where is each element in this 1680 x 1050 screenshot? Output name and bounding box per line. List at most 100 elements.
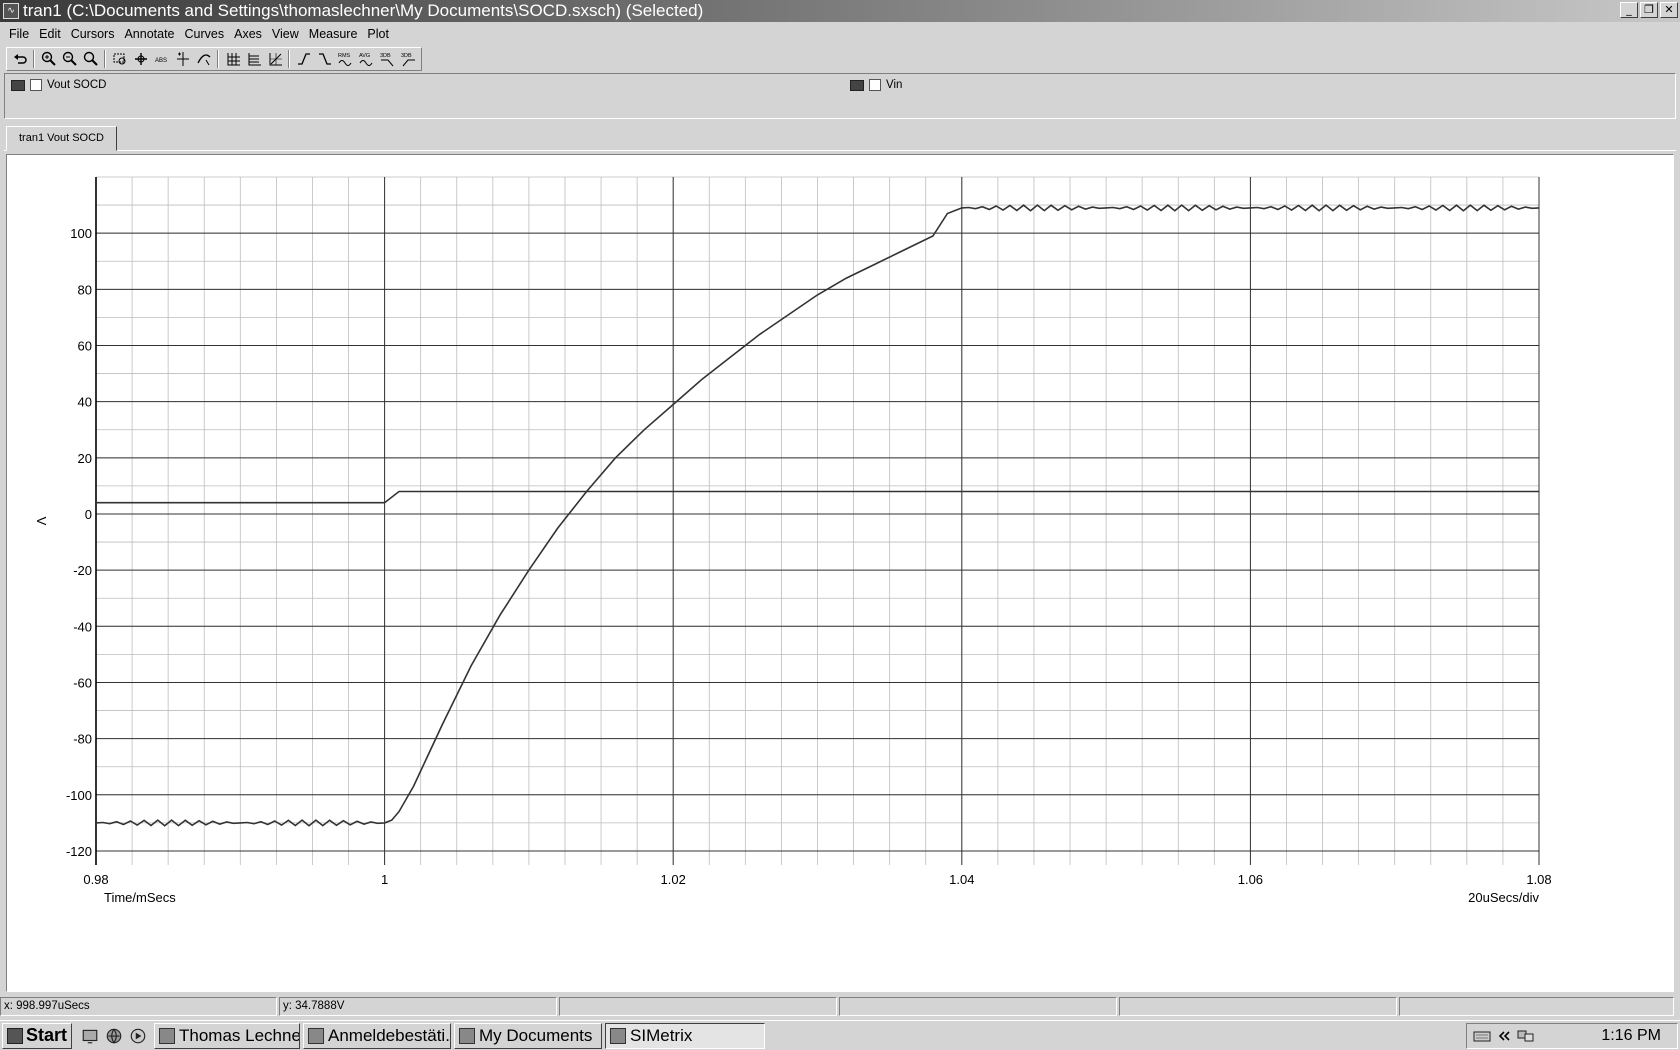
y-axis-label: V [34, 517, 49, 526]
x-tick-label: 1 [381, 872, 388, 887]
abs-icon-text: ABS [155, 58, 167, 64]
task-anmeldebestaetigung[interactable]: Anmeldebestäti... [303, 1022, 452, 1049]
status-cell [1119, 997, 1397, 1016]
rms-icon[interactable]: RMS [335, 49, 356, 69]
media-player-icon[interactable] [128, 1026, 148, 1046]
legend-checkbox[interactable] [869, 79, 881, 91]
menu-plot[interactable]: Plot [362, 27, 394, 41]
menu-axes[interactable]: Axes [229, 27, 267, 41]
graph-tabs: tran1 Vout SOCD [4, 125, 1676, 151]
abs-icon[interactable]: ABS [151, 49, 172, 69]
browser-icon[interactable] [104, 1026, 124, 1046]
network-icon[interactable] [1517, 1028, 1535, 1044]
minimize-icon[interactable]: _ [1620, 2, 1638, 18]
menu-annotate[interactable]: Annotate [119, 27, 179, 41]
zoom-in-icon[interactable] [38, 49, 59, 69]
3db-low-icon[interactable]: 3DB [377, 49, 398, 69]
y-tick-label: -80 [73, 732, 92, 747]
x-tick-label: 1.06 [1238, 872, 1263, 887]
task-label: SIMetrix [630, 1025, 693, 1045]
y-tick-label: 0 [85, 507, 92, 522]
x-tick-label: 1.02 [661, 872, 686, 887]
fall-time-icon[interactable] [314, 49, 335, 69]
status-bar: x: 998.997uSecs y: 34.7888V [0, 997, 1680, 1017]
rise-time-icon[interactable] [293, 49, 314, 69]
avg-icon[interactable]: AVG [356, 49, 377, 69]
y-tick-label: 20 [78, 451, 92, 466]
title-bar[interactable]: ∿ tran1 (C:\Documents and Settings\thoma… [0, 0, 1680, 22]
restore-icon[interactable]: ❐ [1640, 2, 1658, 18]
zoom-out-icon[interactable] [59, 49, 80, 69]
toolbar-separator [104, 50, 106, 68]
plot-toolbar: ABS RMS AVG 3DB 3DB [6, 47, 422, 71]
log-axes-icon[interactable] [264, 49, 285, 69]
legend-swatch [11, 79, 25, 91]
3db-low-icon-text: 3DB [380, 53, 391, 59]
status-cell [559, 997, 837, 1016]
simetrix-window: ∿ tran1 (C:\Documents and Settings\thoma… [0, 0, 1680, 1050]
email-icon [159, 1027, 176, 1044]
tray-expand-icon[interactable] [1495, 1028, 1513, 1044]
pdf-icon [308, 1027, 325, 1044]
simetrix-icon [610, 1027, 627, 1044]
tick-labels: 0.98 1 1.02 1.04 1.06 1.08 -120 -100 -80 -60 -40 -2… [66, 226, 1552, 887]
x-tick-label: 0.98 [83, 872, 108, 887]
toolbar-separator [33, 50, 35, 68]
curve-select-icon[interactable] [193, 49, 214, 69]
rms-icon-text: RMS [338, 53, 351, 59]
separate-axes-icon[interactable] [243, 49, 264, 69]
undo-icon[interactable] [9, 49, 30, 69]
task-simetrix[interactable]: SIMetrix [605, 1022, 766, 1049]
avg-icon-text: AVG [359, 53, 370, 59]
waveform-plot[interactable]: 0.98 1 1.02 1.04 1.06 1.08 -120 -100 -80 -60 -40 -2… [6, 154, 1674, 992]
zoom-box-icon[interactable] [109, 49, 130, 69]
window-title: tran1 (C:\Documents and Settings\thomasl… [23, 1, 704, 20]
status-cell [1399, 997, 1674, 1016]
y-tick-label: -20 [73, 563, 92, 578]
taskbar-clock[interactable]: 1:16 PM [1601, 1027, 1661, 1045]
legend-swatch [850, 79, 864, 91]
x-tick-label: 1.04 [949, 872, 974, 887]
y-tick-label: 60 [78, 338, 92, 353]
y-tick-label: -100 [66, 788, 92, 803]
task-thomas-lechner[interactable]: Thomas Lechne... [154, 1022, 301, 1049]
y-tick-label: -40 [73, 619, 92, 634]
menu-measure[interactable]: Measure [304, 27, 363, 41]
zoom-full-icon[interactable] [80, 49, 101, 69]
windows-logo-icon [7, 1027, 23, 1044]
pan-icon[interactable] [130, 49, 151, 69]
legend-label: Vin [886, 79, 903, 91]
grid-icon[interactable] [222, 49, 243, 69]
menu-edit[interactable]: Edit [34, 27, 66, 41]
start-button[interactable]: Start [2, 1022, 73, 1049]
menu-curves[interactable]: Curves [180, 27, 230, 41]
close-icon[interactable]: ✕ [1660, 2, 1678, 18]
task-label: My Documents [479, 1025, 593, 1045]
curve-legend: Vout SOCD Vin [4, 73, 1676, 119]
minor-grid [95, 176, 1540, 865]
tab-tran1-vout-socd[interactable]: tran1 Vout SOCD [6, 126, 117, 151]
menu-view[interactable]: View [267, 27, 304, 41]
y-tick-label: -60 [73, 675, 92, 690]
task-my-documents[interactable]: My Documents [454, 1022, 603, 1049]
legend-entry-vout[interactable]: Vout SOCD [11, 79, 106, 91]
3db-high-icon[interactable]: 3DB [398, 49, 419, 69]
3db-high-icon-text: 3DB [401, 53, 412, 59]
desktop-icon[interactable] [80, 1026, 100, 1046]
simetrix-icon[interactable]: ∿ [3, 3, 19, 19]
y-cursor-readout: y: 34.7888V [279, 997, 557, 1016]
quick-launch [80, 1026, 148, 1046]
y-tick-label: 40 [78, 395, 92, 410]
folder-icon [459, 1027, 476, 1044]
y-tick-label: 80 [78, 282, 92, 297]
taskbar: Start Thomas Lechne... Anmeldebestäti...… [0, 1020, 1680, 1050]
plot-canvas[interactable]: 0.98 1 1.02 1.04 1.06 1.08 -120 -100 -80 -60 -40 -2… [7, 155, 1673, 991]
keyboard-icon[interactable] [1473, 1028, 1491, 1044]
legend-checkbox[interactable] [30, 79, 42, 91]
menu-file[interactable]: File [4, 27, 34, 41]
menu-cursors[interactable]: Cursors [66, 27, 120, 41]
y-tick-label: 100 [70, 226, 92, 241]
cursor-add-icon[interactable] [172, 49, 193, 69]
x-division-label: 20uSecs/div [1468, 890, 1539, 905]
legend-entry-vin[interactable]: Vin [850, 79, 902, 91]
